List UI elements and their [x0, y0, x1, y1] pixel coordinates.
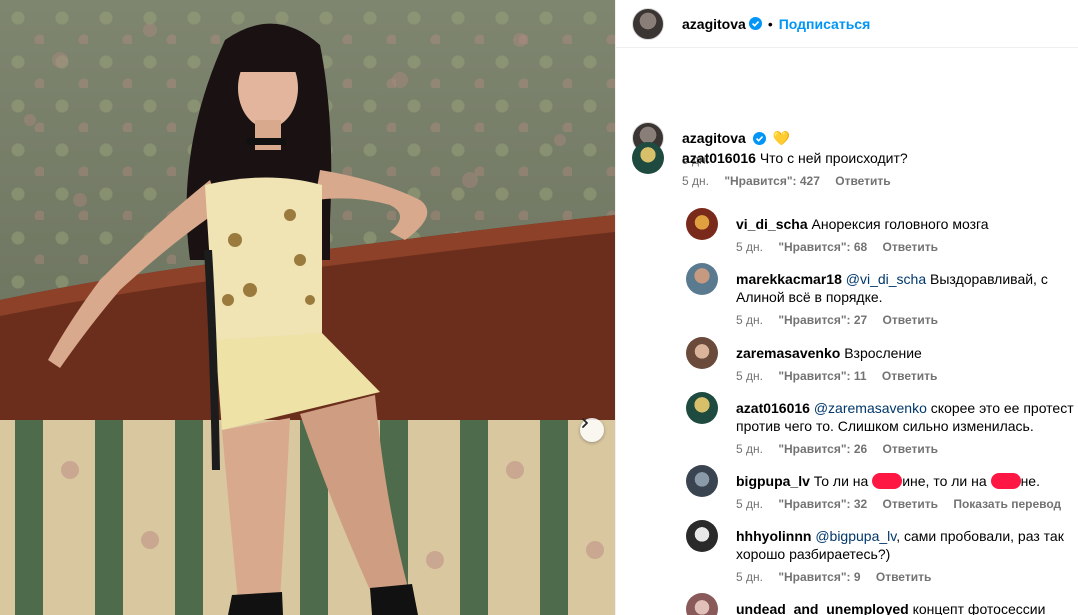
comment-time[interactable]: 5 дн. — [736, 313, 763, 327]
author-avatar[interactable] — [632, 7, 664, 40]
comment-text-line2: Алиной всё в порядке. — [736, 289, 883, 305]
reply-item: hhhyolinnn @bigpupa_lv, сами пробовали, … — [686, 520, 1064, 586]
commenter-avatar[interactable] — [632, 142, 664, 174]
reply-button[interactable]: Ответить — [876, 570, 931, 584]
comment-text: То ли на — [813, 473, 873, 489]
comment-time[interactable]: 5 дн. — [736, 442, 763, 456]
commenter-avatar[interactable] — [686, 337, 718, 369]
comment-time[interactable]: 5 дн. — [736, 570, 763, 584]
comment-username[interactable]: azat016016 — [736, 400, 810, 416]
author-username[interactable]: azagitova — [682, 16, 746, 32]
comment-text: Взросление — [844, 345, 922, 361]
reply-item: marekkacmar18 @vi_di_scha Выздоравливай,… — [686, 263, 1048, 329]
comment-username[interactable]: azat016016 — [682, 150, 756, 166]
comment-mention[interactable]: @vi_di_scha — [846, 271, 926, 287]
reply-button[interactable]: Ответить — [883, 442, 938, 456]
comment-username[interactable]: undead_and_unemployed — [736, 601, 909, 615]
comment-text: скорее это ее протест — [926, 400, 1074, 416]
comment-text: ине, то ли на — [902, 473, 991, 489]
comment-text-line2: хорошо разбираетесь?) — [736, 546, 891, 562]
reply-button[interactable]: Ответить — [883, 240, 938, 254]
comment-username[interactable]: zaremasavenko — [736, 345, 840, 361]
commenter-avatar[interactable] — [686, 465, 718, 497]
comment-text: Что с ней происходит? — [759, 150, 908, 166]
chevron-right-icon — [582, 418, 588, 428]
comment-text: Выздоравливай, с — [926, 271, 1048, 287]
reply-button[interactable]: Ответить — [882, 369, 937, 383]
follow-button[interactable]: Подписаться — [779, 16, 871, 32]
commenter-avatar[interactable] — [686, 392, 718, 424]
comment-text-line2: против чего то. Слишком сильно изменилас… — [736, 418, 1034, 434]
comment-username[interactable]: hhhyolinnn — [736, 528, 811, 544]
redaction-mark — [990, 473, 1021, 489]
next-image-button[interactable] — [580, 418, 604, 442]
comment-text: не. — [1020, 473, 1040, 489]
comment-likes[interactable]: "Нравится": 68 — [778, 240, 867, 254]
reply-button[interactable]: Ответить — [883, 313, 938, 327]
comment-username[interactable]: marekkacmar18 — [736, 271, 842, 287]
verified-badge-icon — [748, 17, 762, 30]
post-image — [0, 23, 615, 615]
redaction-mark — [872, 473, 903, 489]
reply-item: undead_and_unemployed концепт фотосессии — [686, 593, 1045, 615]
post-header: azagitova • Подписаться — [616, 0, 1078, 48]
reply-item: zaremasavenko Взросление 5 дн. "Нравится… — [686, 337, 949, 385]
comment-time[interactable]: 5 дн. — [736, 240, 763, 254]
reply-button[interactable]: Ответить — [835, 174, 890, 188]
commenter-avatar[interactable] — [686, 520, 718, 552]
comment-username[interactable]: bigpupa_lv — [736, 473, 810, 489]
comment-likes[interactable]: "Нравится": 27 — [778, 313, 867, 327]
comment-mention[interactable]: @bigpupa_lv — [815, 528, 896, 544]
comment-likes[interactable]: "Нравится": 11 — [778, 369, 866, 383]
commenter-avatar[interactable] — [686, 208, 718, 240]
post-side-panel: azagitova • Подписаться azagitova 💛 5 дн… — [615, 0, 1078, 615]
reply-button[interactable]: Ответить — [883, 497, 938, 511]
commenter-avatar[interactable] — [686, 593, 718, 615]
comment-item: azat016016 Что с ней происходит? 5 дн. "… — [632, 142, 908, 190]
comment-time[interactable]: 5 дн. — [736, 497, 763, 511]
comment-likes[interactable]: "Нравится": 32 — [778, 497, 867, 511]
comment-username[interactable]: vi_di_scha — [736, 216, 808, 232]
comment-mention[interactable]: @zaremasavenko — [814, 400, 927, 416]
comment-likes[interactable]: "Нравится": 9 — [778, 570, 860, 584]
reply-item: azat016016 @zaremasavenko скорее это ее … — [686, 392, 1074, 458]
comment-likes[interactable]: "Нравится": 26 — [778, 442, 867, 456]
comment-time[interactable]: 5 дн. — [682, 174, 709, 188]
reply-item: vi_di_scha Анорексия головного мозга 5 д… — [686, 208, 989, 256]
comment-text: концепт фотосессии — [912, 601, 1046, 615]
post-photo[interactable] — [0, 0, 615, 615]
comment-text: Анорексия головного мозга — [811, 216, 989, 232]
reply-item: bigpupa_lv То ли на ине, то ли на не. 5 … — [686, 465, 1073, 513]
separator-dot: • — [767, 15, 773, 32]
comment-text: , сами пробовали, раз так — [896, 528, 1064, 544]
comment-time[interactable]: 5 дн. — [736, 369, 763, 383]
commenter-avatar[interactable] — [686, 263, 718, 295]
translate-button[interactable]: Показать перевод — [953, 497, 1061, 511]
comment-likes[interactable]: "Нравится": 427 — [724, 174, 820, 188]
